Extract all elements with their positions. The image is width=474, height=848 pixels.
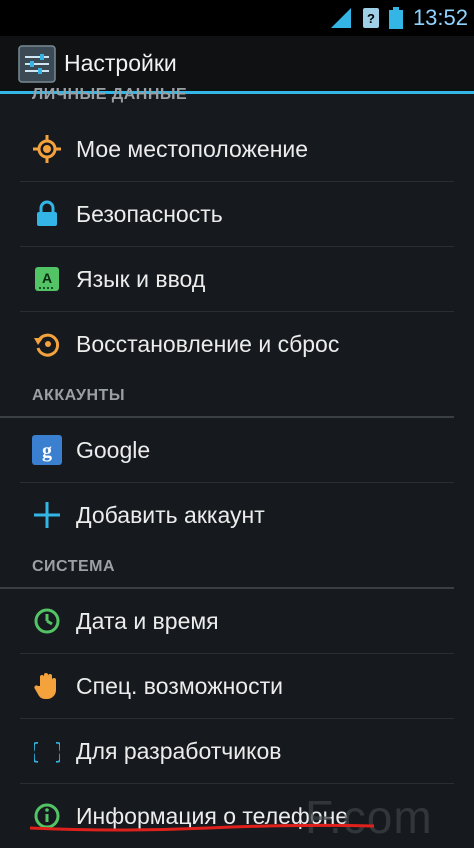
battery-icon: [388, 7, 403, 29]
setting-backup-reset[interactable]: Восстановление и сброс: [0, 312, 474, 376]
section-header-label: АККАУНТЫ: [32, 387, 125, 404]
setting-date-time[interactable]: Дата и время: [0, 589, 474, 653]
red-underline-annotation: [29, 823, 375, 832]
status-bar: ? 13:52: [0, 0, 474, 36]
section-header-accounts: АККАУНТЫ: [0, 376, 454, 418]
keyboard-language-icon: A: [32, 264, 62, 294]
setting-accessibility[interactable]: Спец. возможности: [0, 654, 474, 718]
location-icon: [32, 134, 62, 164]
google-icon: g: [32, 435, 62, 465]
setting-add-account[interactable]: Добавить аккаунт: [0, 483, 474, 547]
settings-list: Мое местоположение Безопасность A Язык и…: [0, 117, 474, 848]
svg-text:?: ?: [367, 11, 375, 26]
setting-label: Добавить аккаунт: [76, 501, 265, 528]
setting-label: Google: [76, 436, 151, 463]
section-header-system: СИСТЕМА: [0, 547, 454, 589]
setting-label: Спец. возможности: [76, 672, 283, 699]
hand-icon: [32, 671, 62, 701]
page-title: Настройки: [64, 50, 177, 76]
setting-developer-options[interactable]: { } Для разработчиков: [0, 719, 474, 783]
setting-label: Язык и ввод: [76, 265, 206, 292]
section-header-personal: ЛИЧНЫЕ ДАННЫЕ: [32, 86, 188, 103]
signal-icon: [330, 8, 353, 28]
braces-icon: { }: [32, 736, 62, 766]
plus-icon: [32, 500, 62, 530]
clock-time: 13:52: [412, 5, 468, 30]
section-header-label: СИСТЕМА: [32, 558, 116, 575]
setting-google[interactable]: g Google: [0, 418, 474, 482]
svg-text:{ }: { }: [34, 740, 60, 765]
no-sim-icon: ?: [362, 8, 379, 28]
setting-label: Восстановление и сброс: [76, 330, 340, 357]
setting-label: Дата и время: [76, 607, 219, 634]
lock-icon: [32, 199, 62, 229]
setting-language-input[interactable]: A Язык и ввод: [0, 247, 474, 311]
settings-sliders-icon[interactable]: [18, 44, 56, 83]
setting-security[interactable]: Безопасность: [0, 182, 474, 246]
watermark-logo: F.com: [305, 791, 433, 843]
clock-icon: [32, 606, 62, 636]
backup-reset-icon: [32, 329, 62, 359]
setting-label: Мое местоположение: [76, 135, 309, 162]
setting-location[interactable]: Мое местоположение: [0, 117, 474, 181]
setting-label: Для разработчиков: [76, 737, 282, 764]
svg-text:A: A: [42, 270, 52, 286]
setting-label: Безопасность: [76, 200, 223, 227]
svg-text:g: g: [42, 440, 52, 462]
